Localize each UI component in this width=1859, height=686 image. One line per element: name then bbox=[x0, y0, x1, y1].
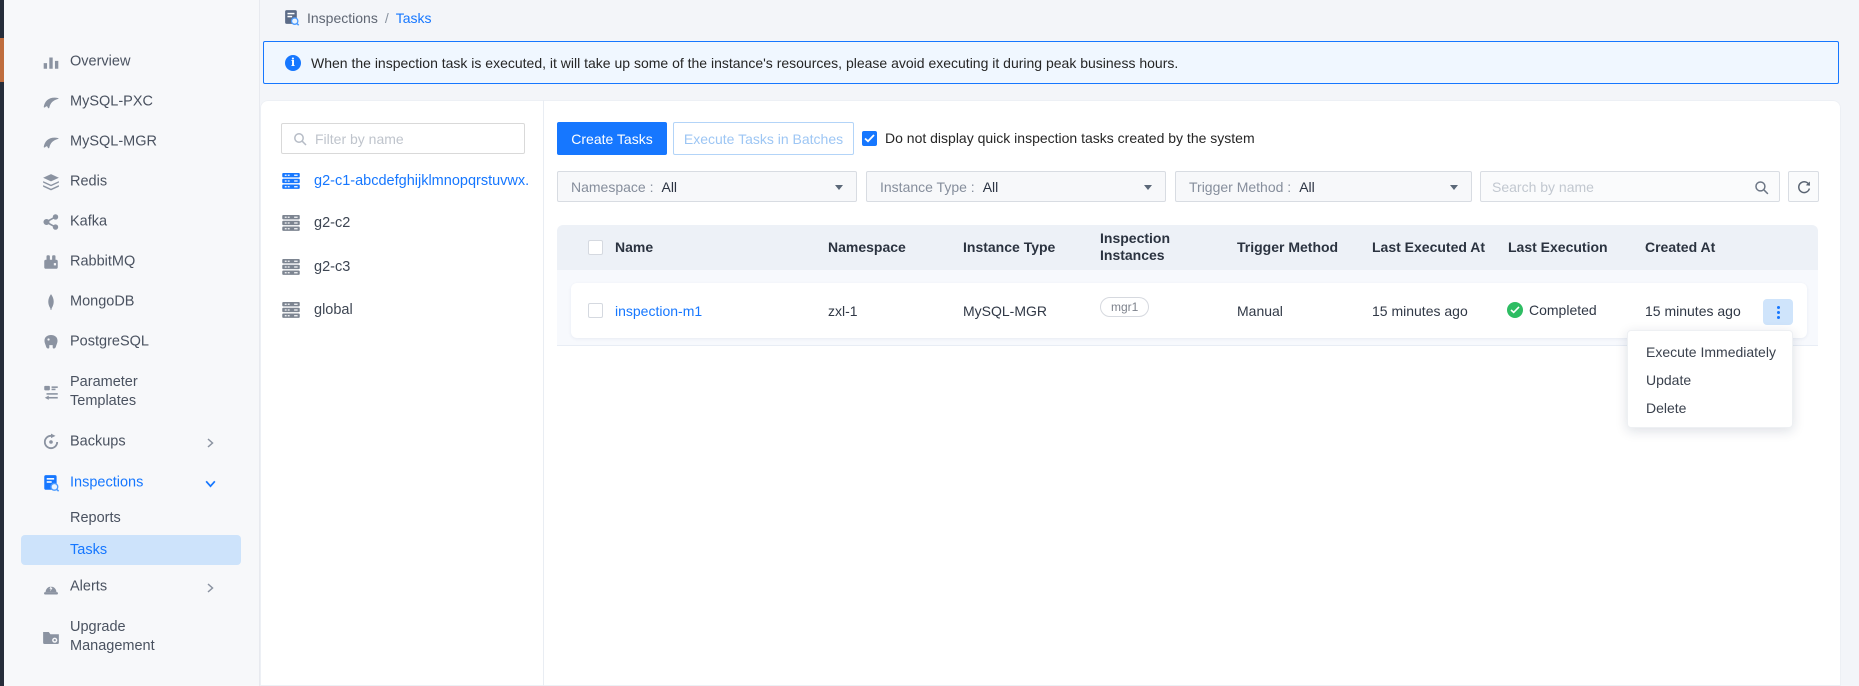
search-icon bbox=[292, 131, 308, 147]
inspections-icon bbox=[42, 474, 60, 492]
hide-quick-tasks-label: Do not display quick inspection tasks cr… bbox=[885, 131, 1255, 146]
sidebar-item-reports[interactable]: Reports bbox=[0, 500, 260, 536]
sidebar-item-overview[interactable]: Overview bbox=[0, 42, 260, 82]
cluster-item-g2-c3[interactable]: g2-c3 bbox=[281, 253, 350, 281]
menu-item-delete[interactable]: Delete bbox=[1628, 394, 1792, 422]
caret-down-icon bbox=[1144, 185, 1152, 190]
search-icon[interactable] bbox=[1753, 179, 1770, 196]
parameter-templates-icon bbox=[42, 383, 60, 401]
breadcrumb-current[interactable]: Tasks bbox=[396, 10, 432, 26]
row-namespace: zxl-1 bbox=[828, 303, 858, 319]
info-icon: i bbox=[285, 55, 301, 71]
status-text: Completed bbox=[1529, 302, 1597, 318]
sidebar-item-inspections[interactable]: Inspections bbox=[0, 463, 260, 503]
select-all-checkbox[interactable] bbox=[588, 240, 603, 255]
sidebar-item-mysql-mgr[interactable]: MySQL-MGR bbox=[0, 122, 260, 162]
row-last-executed-at: 15 minutes ago bbox=[1372, 303, 1468, 319]
task-search bbox=[1480, 171, 1780, 202]
namespace-dropdown[interactable]: Namespace : All bbox=[557, 171, 857, 202]
postgresql-icon bbox=[42, 333, 60, 351]
row-checkbox[interactable] bbox=[588, 303, 603, 318]
cluster-filter-input[interactable] bbox=[315, 125, 520, 152]
check-icon bbox=[864, 134, 875, 143]
cluster-item-g2-c1[interactable]: g2-c1-abcdefghijklmnopqrstuvwx... bbox=[281, 167, 529, 195]
column-header-last-executed-at: Last Executed At bbox=[1372, 239, 1485, 255]
menu-item-execute-immediately[interactable]: Execute Immediately bbox=[1628, 338, 1792, 366]
sidebar-item-upgrade-management[interactable]: Upgrade Management bbox=[0, 607, 260, 667]
task-name-link[interactable]: inspection-m1 bbox=[615, 303, 702, 319]
hide-quick-tasks-checkbox[interactable] bbox=[862, 131, 877, 146]
cluster-icon bbox=[281, 300, 301, 320]
sidebar: Overview MySQL-PXC MySQL-MGR Redis Kafka… bbox=[0, 0, 260, 686]
sidebar-item-redis[interactable]: Redis bbox=[0, 162, 260, 202]
execute-tasks-in-batches-button[interactable]: Execute Tasks in Batches bbox=[673, 122, 854, 155]
chevron-down-icon bbox=[204, 477, 216, 489]
create-tasks-button[interactable]: Create Tasks bbox=[557, 122, 667, 155]
mysql-icon bbox=[42, 93, 60, 111]
banner-text: When the inspection task is executed, it… bbox=[311, 55, 1178, 71]
completed-status-icon bbox=[1507, 302, 1523, 318]
column-header-last-execution: Last Execution bbox=[1508, 239, 1608, 255]
breadcrumb-section[interactable]: Inspections bbox=[307, 10, 378, 26]
collapsed-edge-strip bbox=[0, 0, 4, 686]
sidebar-item-backups[interactable]: Backups bbox=[0, 422, 260, 462]
column-header-namespace: Namespace bbox=[828, 239, 906, 255]
column-header-instance-type: Instance Type bbox=[963, 239, 1055, 255]
sidebar-item-alerts[interactable]: Alerts bbox=[0, 567, 260, 607]
redis-icon bbox=[42, 173, 60, 191]
row-actions-more-button[interactable] bbox=[1763, 299, 1793, 325]
sidebar-item-tasks[interactable]: Tasks bbox=[0, 535, 260, 565]
cluster-item-global[interactable]: global bbox=[281, 296, 353, 324]
chevron-right-icon bbox=[204, 581, 216, 593]
row-trigger-method: Manual bbox=[1237, 303, 1283, 319]
instance-tag: mgr1 bbox=[1100, 297, 1149, 317]
row-last-execution: Completed bbox=[1507, 302, 1597, 318]
cluster-icon bbox=[281, 257, 301, 277]
edge-orange-marker bbox=[0, 38, 4, 82]
caret-down-icon bbox=[1450, 185, 1458, 190]
row-actions-menu: Execute Immediately Update Delete bbox=[1627, 330, 1793, 428]
more-dots-icon bbox=[1777, 306, 1780, 309]
sidebar-item-mongodb[interactable]: MongoDB bbox=[0, 282, 260, 322]
mysql-icon bbox=[42, 133, 60, 151]
sidebar-item-postgresql[interactable]: PostgreSQL bbox=[0, 322, 260, 362]
kafka-icon bbox=[42, 213, 60, 231]
cluster-filter bbox=[281, 123, 525, 154]
row-instance-type: MySQL-MGR bbox=[963, 303, 1047, 319]
chevron-right-icon bbox=[204, 436, 216, 448]
refresh-icon bbox=[1796, 179, 1812, 195]
caret-down-icon bbox=[835, 185, 843, 190]
cluster-icon bbox=[281, 171, 301, 191]
cluster-icon bbox=[281, 213, 301, 233]
breadcrumb-separator: / bbox=[385, 10, 389, 26]
breadcrumb: Inspections / Tasks bbox=[283, 9, 432, 26]
column-header-created-at: Created At bbox=[1645, 239, 1715, 255]
row-inspection-instances: mgr1 bbox=[1100, 300, 1149, 320]
panel-divider bbox=[543, 100, 544, 686]
backups-icon bbox=[42, 433, 60, 451]
sidebar-item-parameter-templates[interactable]: Parameter Templates bbox=[0, 362, 260, 422]
alerts-icon bbox=[42, 578, 60, 596]
task-search-input[interactable] bbox=[1492, 173, 1747, 200]
column-header-trigger-method: Trigger Method bbox=[1237, 239, 1338, 255]
mongodb-icon bbox=[42, 293, 60, 311]
table-row bbox=[571, 283, 1807, 338]
overview-icon bbox=[42, 53, 60, 71]
menu-item-update[interactable]: Update bbox=[1628, 366, 1792, 394]
instance-type-dropdown[interactable]: Instance Type : All bbox=[866, 171, 1166, 202]
column-header-inspection-instances: Inspection Instances bbox=[1100, 230, 1195, 264]
sidebar-item-rabbitmq[interactable]: RabbitMQ bbox=[0, 242, 260, 282]
rabbitmq-icon bbox=[42, 253, 60, 271]
refresh-button[interactable] bbox=[1788, 171, 1819, 202]
row-created-at: 15 minutes ago bbox=[1645, 303, 1741, 319]
trigger-method-dropdown[interactable]: Trigger Method : All bbox=[1175, 171, 1472, 202]
info-banner: i When the inspection task is executed, … bbox=[263, 41, 1839, 84]
cluster-item-g2-c2[interactable]: g2-c2 bbox=[281, 209, 350, 237]
upgrade-management-icon bbox=[42, 628, 60, 646]
inspections-breadcrumb-icon bbox=[283, 9, 300, 26]
sidebar-item-kafka[interactable]: Kafka bbox=[0, 202, 260, 242]
column-header-name: Name bbox=[615, 239, 653, 255]
sidebar-item-mysql-pxc[interactable]: MySQL-PXC bbox=[0, 82, 260, 122]
